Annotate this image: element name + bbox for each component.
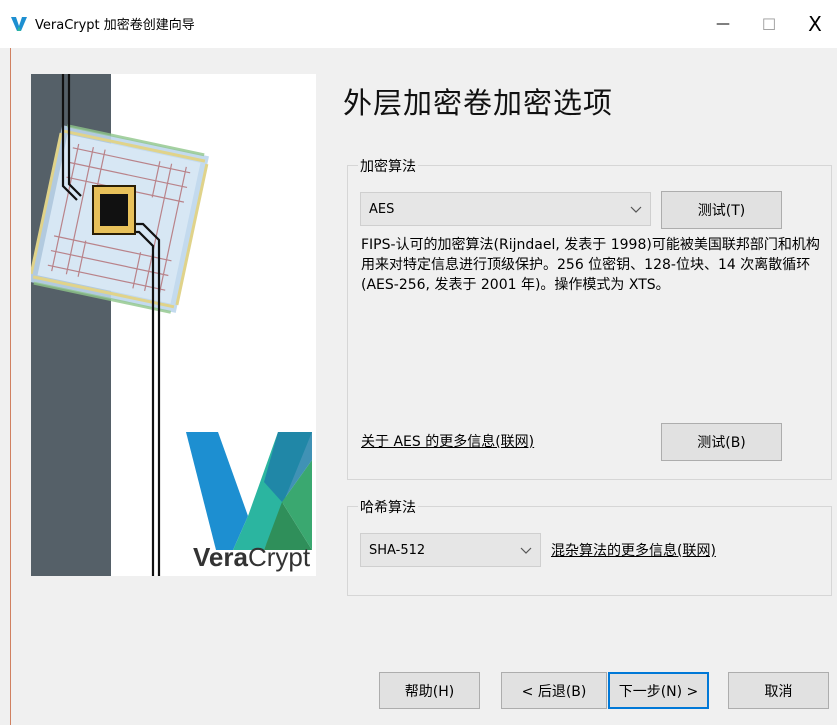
page-title: 外层加密卷加密选项 bbox=[343, 86, 614, 120]
title-bar: VeraCrypt 加密卷创建向导 — ☐ X bbox=[0, 0, 837, 48]
maximize-button[interactable]: ☐ bbox=[746, 8, 792, 40]
cancel-button[interactable]: 取消 bbox=[728, 672, 829, 709]
chevron-down-icon bbox=[520, 547, 532, 554]
hash-algorithm-select[interactable]: SHA-512 bbox=[360, 533, 541, 567]
encryption-group-label: 加密算法 bbox=[358, 156, 418, 176]
hash-more-info-link[interactable]: 混杂算法的更多信息(联网) bbox=[551, 540, 716, 560]
minimize-button[interactable]: — bbox=[700, 8, 746, 40]
circuit-art bbox=[31, 74, 316, 576]
close-icon: X bbox=[808, 12, 822, 36]
encryption-algorithm-select[interactable]: AES bbox=[360, 192, 651, 226]
close-button[interactable]: X bbox=[792, 8, 837, 40]
aes-more-info-link[interactable]: 关于 AES 的更多信息(联网) bbox=[361, 431, 534, 451]
hash-group-label: 哈希算法 bbox=[358, 497, 418, 517]
window-title: VeraCrypt 加密卷创建向导 bbox=[35, 18, 195, 33]
brand-bold: Vera bbox=[193, 542, 248, 572]
help-button[interactable]: 帮助(H) bbox=[379, 672, 480, 709]
veracrypt-logo-icon bbox=[11, 17, 27, 31]
brand-wordmark: VeraCrypt bbox=[193, 542, 310, 573]
back-button[interactable]: < 后退(B) bbox=[501, 672, 607, 709]
algorithm-description: FIPS-认可的加密算法(Rijndael, 发表于 1998)可能被美国联邦部… bbox=[361, 237, 820, 293]
wizard-side-image: VeraCrypt bbox=[31, 74, 316, 576]
encryption-algorithm-value: AES bbox=[369, 202, 395, 217]
next-button[interactable]: 下一步(N) > bbox=[608, 672, 709, 709]
brand-light: Crypt bbox=[247, 542, 311, 572]
chevron-down-icon bbox=[630, 206, 642, 213]
minimize-icon: — bbox=[716, 16, 730, 32]
benchmark-button[interactable]: 测试(B) bbox=[661, 423, 782, 461]
test-button[interactable]: 测试(T) bbox=[661, 191, 782, 229]
maximize-icon: ☐ bbox=[761, 14, 777, 34]
hash-algorithm-value: SHA-512 bbox=[369, 543, 426, 558]
